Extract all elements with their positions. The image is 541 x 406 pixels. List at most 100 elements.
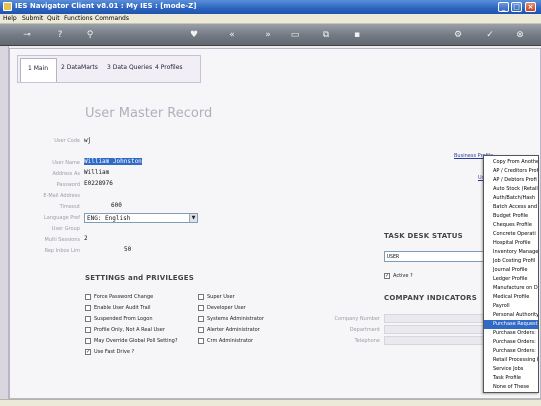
- dropdown-item[interactable]: Job Costing Profil: [484, 257, 538, 266]
- copy-icon[interactable]: ⧉: [320, 29, 332, 41]
- active-checkbox[interactable]: ✓: [384, 273, 390, 279]
- dropdown-item[interactable]: AP / Creditors Prof: [484, 167, 538, 176]
- telephone-field[interactable]: [384, 336, 484, 345]
- check-icon[interactable]: ✓: [484, 29, 496, 41]
- left-edge-bar: [0, 46, 9, 399]
- dropdown-item[interactable]: Task Profile: [484, 374, 538, 383]
- super-user-label: Super User: [207, 294, 235, 300]
- dropdown-item[interactable]: Budget Profile: [484, 212, 538, 221]
- key-icon[interactable]: ⊸: [18, 29, 36, 41]
- override-poll-label: May Override Global Poll Setting?: [94, 338, 178, 344]
- settings-icon[interactable]: ⚙: [452, 29, 464, 41]
- multi-sessions-label: Multi Sessions: [44, 237, 81, 243]
- force-password-checkbox[interactable]: [85, 294, 91, 300]
- tab-main[interactable]: 1 Main: [20, 58, 57, 82]
- timeout-field[interactable]: 600: [111, 202, 122, 209]
- dropdown-item[interactable]: Copy From Another: [484, 158, 538, 167]
- menu-bar: Help Submit Quit Functions Commands: [0, 14, 541, 24]
- language-value: ENG: English: [87, 215, 131, 222]
- sys-admin-label: Systems Administrator: [207, 316, 264, 322]
- dropdown-item[interactable]: Hospital Profile: [484, 239, 538, 248]
- company-number-field[interactable]: [384, 314, 484, 323]
- department-field[interactable]: [384, 325, 484, 334]
- dropdown-item[interactable]: Concrete Operati: [484, 230, 538, 239]
- menu-submit[interactable]: Submit: [22, 15, 43, 22]
- dropdown-item[interactable]: Journal Profile: [484, 266, 538, 275]
- settings-title: SETTINGS and PRIVILEGES: [85, 274, 194, 282]
- dropdown-item[interactable]: Cheques Profile: [484, 221, 538, 230]
- department-label: Department: [349, 327, 380, 333]
- dropdown-item[interactable]: Purchase Orders:: [484, 338, 538, 347]
- user-name-field[interactable]: William Johnston: [84, 158, 142, 165]
- language-select[interactable]: ENG: English ▼: [84, 213, 198, 223]
- task-desk-field[interactable]: USER: [384, 251, 484, 262]
- toolbar: ⊸ ? ⚲ ♥ « » ▭ ⧉ ▪ ⚙ ✓ ⊗: [0, 24, 541, 46]
- user-code-label: User Code: [54, 138, 80, 144]
- dropdown-item[interactable]: None of These: [484, 383, 538, 392]
- rep-inbox-field[interactable]: 50: [124, 246, 131, 253]
- dropdown-item[interactable]: Inventory Manage: [484, 248, 538, 257]
- dropdown-item[interactable]: Purchase Orders:: [484, 347, 538, 356]
- dropdown-item[interactable]: Auto Stock (Retail: [484, 185, 538, 194]
- active-label: Active ?: [393, 273, 413, 279]
- heart-icon[interactable]: ♥: [188, 29, 200, 41]
- password-field[interactable]: E0228976: [84, 180, 113, 187]
- override-poll-checkbox[interactable]: [85, 338, 91, 344]
- lock-icon[interactable]: ▪: [351, 29, 363, 41]
- suspended-label: Suspended From Logon: [94, 316, 153, 322]
- app-icon: [3, 2, 12, 11]
- dropdown-item-highlighted[interactable]: Purchase Request: [484, 320, 538, 329]
- rewind-icon[interactable]: «: [226, 29, 238, 41]
- crm-admin-label: Crm Administrator: [207, 338, 254, 344]
- company-number-label: Company Number: [334, 316, 380, 322]
- super-user-checkbox[interactable]: [198, 294, 204, 300]
- alerter-admin-label: Alerter Administrator: [207, 327, 260, 333]
- fast-drive-checkbox[interactable]: ✓: [85, 349, 91, 355]
- maximize-button[interactable]: □: [511, 2, 522, 12]
- tab-datamarts[interactable]: 2 DataMarts: [61, 64, 98, 71]
- address-as-field[interactable]: William: [84, 169, 109, 176]
- profile-only-checkbox[interactable]: [85, 327, 91, 333]
- dropdown-item[interactable]: Payroll: [484, 302, 538, 311]
- dropdown-item[interactable]: Batch Access and: [484, 203, 538, 212]
- audit-trail-checkbox[interactable]: [85, 305, 91, 311]
- suspended-checkbox[interactable]: [85, 316, 91, 322]
- title-bar: IES Navigator Client v8.01 : My IES : [m…: [0, 0, 541, 14]
- force-password-label: Force Password Change: [94, 294, 154, 300]
- tab-data-queries[interactable]: 3 Data Queries: [107, 64, 152, 71]
- dropdown-item[interactable]: Medical Profile: [484, 293, 538, 302]
- chevron-down-icon[interactable]: ▼: [189, 214, 197, 222]
- dropdown-item[interactable]: AP / Debtors Profi: [484, 176, 538, 185]
- help-icon[interactable]: ?: [54, 29, 66, 41]
- dropdown-item[interactable]: Purchase Orders:: [484, 329, 538, 338]
- rep-inbox-label: Rep Inbox Lim: [44, 248, 80, 254]
- dropdown-item[interactable]: Manufacture on D: [484, 284, 538, 293]
- menu-commands[interactable]: Commands: [95, 15, 129, 22]
- menu-functions[interactable]: Functions: [64, 15, 93, 22]
- menu-quit[interactable]: Quit: [47, 15, 60, 22]
- developer-user-checkbox[interactable]: [198, 305, 204, 311]
- dropdown-item[interactable]: Personal Authority: [484, 311, 538, 320]
- dropdown-item[interactable]: Ledger Profile: [484, 275, 538, 284]
- crm-admin-checkbox[interactable]: [198, 338, 204, 344]
- language-label: Language Pref: [44, 215, 80, 221]
- cancel-icon[interactable]: ⊗: [514, 29, 526, 41]
- search-icon[interactable]: ⚲: [84, 29, 96, 41]
- alerter-admin-checkbox[interactable]: [198, 327, 204, 333]
- status-bar: [0, 399, 541, 406]
- dropdown-item[interactable]: Auth/Batch/Hash: [484, 194, 538, 203]
- user-code-field[interactable]: wj: [84, 137, 91, 144]
- print-icon[interactable]: ▭: [289, 29, 301, 41]
- dropdown-item[interactable]: Retail Processing P: [484, 356, 538, 365]
- tab-profiles[interactable]: 4 Profiles: [155, 64, 183, 71]
- company-indicators-title: COMPANY INDICATORS: [384, 294, 477, 302]
- profile-dropdown-menu: Copy From Another AP / Creditors Prof AP…: [483, 155, 539, 393]
- minimize-button[interactable]: _: [498, 2, 509, 12]
- multi-sessions-field[interactable]: 2: [84, 235, 88, 242]
- menu-help[interactable]: Help: [3, 15, 17, 22]
- close-button[interactable]: ×: [525, 2, 536, 12]
- sys-admin-checkbox[interactable]: [198, 316, 204, 322]
- main-panel: 1 Main 2 DataMarts 3 Data Queries 4 Prof…: [9, 48, 541, 399]
- dropdown-item[interactable]: Service Jobs: [484, 365, 538, 374]
- fast-forward-icon[interactable]: »: [262, 29, 274, 41]
